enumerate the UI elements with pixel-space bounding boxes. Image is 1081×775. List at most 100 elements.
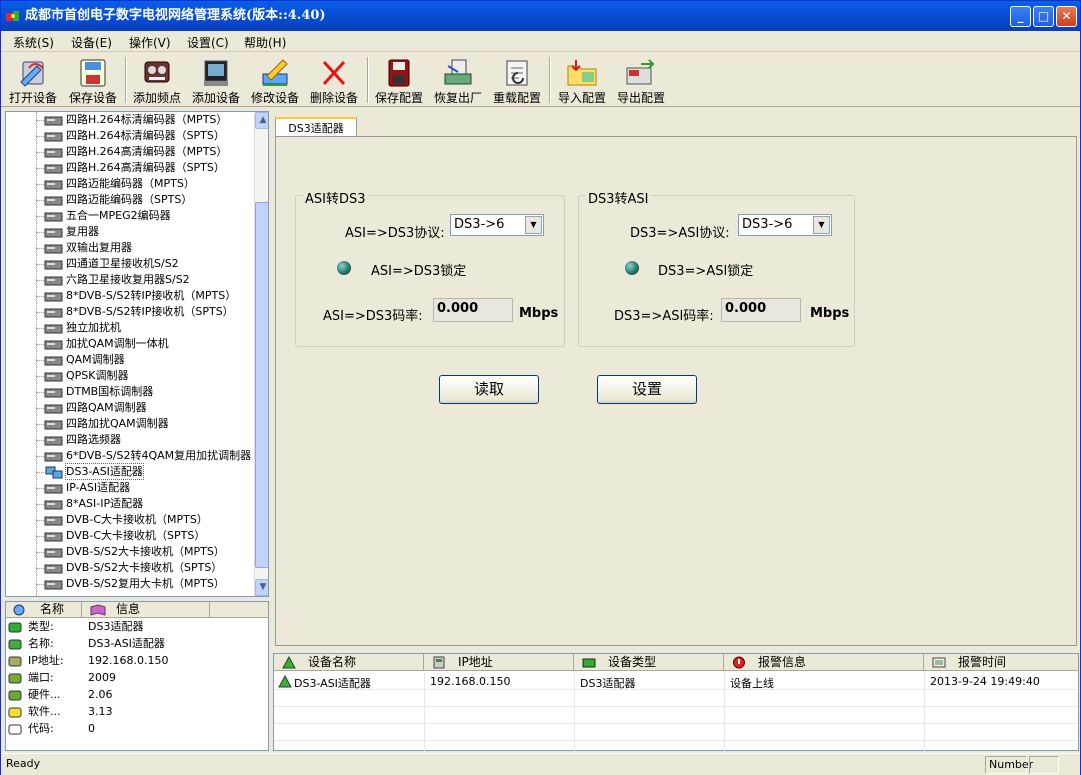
alarm-col-time[interactable]: 报警时间 (924, 654, 1078, 671)
tree-item[interactable]: DVB-S/S2复用大卡机（MPTS） (6, 576, 252, 592)
open-device-button[interactable]: 打开设备 (5, 55, 61, 105)
tree-item[interactable]: DVB-C大卡接收机（MPTS） (6, 512, 252, 528)
save-config-button[interactable]: 保存配置 (371, 55, 427, 105)
device-icon (44, 276, 63, 286)
factory-reset-button[interactable]: 恢复出厂 (430, 55, 486, 105)
close-button[interactable]: ✕ (1056, 6, 1077, 27)
tree-item[interactable]: 双输出复用器 (6, 240, 252, 256)
tree-item[interactable]: DS3-ASI适配器 (6, 463, 252, 480)
scroll-up-icon[interactable]: ▲ (255, 112, 268, 129)
delete-device-button[interactable]: 删除设备 (306, 55, 362, 105)
add-device-icon (204, 60, 228, 86)
alarm-header-label: IP地址 (458, 655, 493, 669)
tree-item[interactable]: DTMB国标调制器 (6, 384, 252, 400)
alarm-list[interactable]: 设备名称 IP地址 设备类型 报警信息 报警时间 DS3-ASI适配器 192.… (273, 653, 1079, 751)
menu-operation[interactable]: 操作(V) (129, 34, 171, 51)
set-button[interactable]: 设置 (597, 375, 697, 404)
protocol-label: DS3=>ASI协议: (630, 226, 730, 241)
tree-item[interactable]: 四路QAM调制器 (6, 400, 252, 416)
tree-item[interactable]: DVB-C大卡接收机（SPTS） (6, 528, 252, 544)
edit-device-button[interactable]: 修改设备 (247, 55, 303, 105)
ds3-asi-protocol-select[interactable]: DS3->6 ▼ (738, 214, 832, 236)
tree-scrollbar[interactable]: ▲ ▼ (254, 112, 268, 596)
tree-item[interactable]: 四路加扰QAM调制器 (6, 416, 252, 432)
alarm-col-info[interactable]: 报警信息 (724, 654, 924, 671)
device-icon (44, 340, 63, 350)
title-bar[interactable]: 成都市首创电子数字电视网络管理系统(版本::4.40) _ □ ✕ (1, 1, 1080, 31)
tree-item[interactable]: QAM调制器 (6, 352, 252, 368)
tree-item[interactable]: IP-ASI适配器 (6, 480, 252, 496)
tree-item[interactable]: DVB-S/S2大卡接收机（SPTS） (6, 560, 252, 576)
save-device-button[interactable]: 保存设备 (65, 55, 121, 105)
minimize-button[interactable]: _ (1010, 6, 1031, 27)
tree-item[interactable]: 6*DVB-S/S2转4QAM复用加扰调制器 (6, 448, 252, 464)
tree-connector (36, 504, 44, 505)
grid-line (924, 671, 925, 751)
maximize-button[interactable]: □ (1033, 6, 1054, 27)
asi-ds3-protocol-select[interactable]: DS3->6 ▼ (450, 214, 544, 236)
tree-item[interactable]: 四路H.264标清编码器（SPTS） (6, 128, 252, 144)
reload-config-icon (506, 60, 528, 86)
device-icon (44, 580, 63, 590)
tree-item[interactable]: 四路H.264标清编码器（MPTS） (6, 112, 252, 128)
grid-line (424, 671, 425, 751)
tree-item-label: 四路加扰QAM调制器 (66, 417, 169, 430)
ds3-asi-lock-led (625, 261, 639, 275)
info-row: 代码: 0 (6, 721, 268, 738)
add-frequency-button[interactable]: 添加频点 (129, 55, 185, 105)
scroll-down-icon[interactable]: ▼ (255, 579, 268, 596)
alarm-icon (733, 656, 745, 669)
alarm-col-ip[interactable]: IP地址 (424, 654, 574, 671)
menu-help[interactable]: 帮助(H) (244, 34, 286, 51)
tree-item-label: 四路QAM调制器 (66, 401, 147, 414)
info-header-name[interactable]: 名称 (6, 602, 82, 618)
import-config-button[interactable]: 导入配置 (554, 55, 610, 105)
info-key: 名称: (28, 637, 54, 650)
tree-item[interactable]: 四路迈能编码器（SPTS） (6, 192, 252, 208)
tree-item[interactable]: 四路选频器 (6, 432, 252, 448)
tree-connector (36, 200, 44, 201)
tree-item[interactable]: 五合一MPEG2编码器 (6, 208, 252, 224)
device-icon (44, 436, 63, 446)
info-header-info[interactable]: 信息 (82, 602, 210, 618)
tree-item-label: 四路H.264高清编码器（MPTS） (66, 145, 228, 158)
export-config-button[interactable]: 导出配置 (613, 55, 669, 105)
tree-item[interactable]: 8*DVB-S/S2转IP接收机（MPTS） (6, 288, 252, 304)
tree-connector (36, 344, 44, 345)
tree-item[interactable]: 六路卫星接收复用器S/S2 (6, 272, 252, 288)
reload-config-button[interactable]: 重载配置 (489, 55, 545, 105)
tree-item[interactable]: 8*ASI-IP适配器 (6, 496, 252, 512)
tree-item[interactable]: 四路H.264高清编码器（SPTS） (6, 160, 252, 176)
alarm-col-device[interactable]: 设备名称 (274, 654, 424, 671)
toolbar-label: 修改设备 (250, 91, 299, 105)
tree-connector (36, 216, 44, 217)
alarm-col-type[interactable]: 设备类型 (574, 654, 724, 671)
menu-device[interactable]: 设备(E) (71, 34, 112, 51)
tree-item[interactable]: 8*DVB-S/S2转IP接收机（SPTS） (6, 304, 252, 320)
device-tree[interactable]: 四路H.264标清编码器（MPTS） 四路H.264标清编码器（SPTS） 四路H.… (5, 111, 269, 597)
device-icon (44, 404, 63, 414)
tree-item[interactable]: DVB-S/S2大卡接收机（MPTS） (6, 544, 252, 560)
toolbar-separator (367, 57, 369, 103)
tree-item[interactable]: 四通道卫星接收机S/S2 (6, 256, 252, 272)
tree-item[interactable]: 复用器 (6, 224, 252, 240)
read-button[interactable]: 读取 (439, 375, 539, 404)
device-icon (44, 180, 63, 190)
menu-settings[interactable]: 设置(C) (187, 34, 229, 51)
tree-item[interactable]: 加扰QAM调制一体机 (6, 336, 252, 352)
device-icon (44, 500, 63, 510)
chevron-down-icon[interactable]: ▼ (813, 216, 830, 234)
tree-item[interactable]: 独立加扰机 (6, 320, 252, 336)
device-icon (44, 228, 63, 238)
tree-item[interactable]: 四路迈能编码器（MPTS） (6, 176, 252, 192)
alarm-cell-type: DS3适配器 (580, 677, 636, 690)
protocol-label: ASI=>DS3协议: (345, 226, 445, 241)
menu-system[interactable]: 系统(S) (13, 34, 54, 51)
chevron-down-icon[interactable]: ▼ (525, 216, 542, 234)
tree-item[interactable]: QPSK调制器 (6, 368, 252, 384)
tree-item[interactable]: 四路H.264高清编码器（MPTS） (6, 144, 252, 160)
scroll-thumb[interactable] (255, 202, 268, 568)
network-device-icon (45, 466, 63, 479)
asi-ds3-rate-field: 0.000 (433, 298, 513, 322)
add-device-button[interactable]: 添加设备 (188, 55, 244, 105)
